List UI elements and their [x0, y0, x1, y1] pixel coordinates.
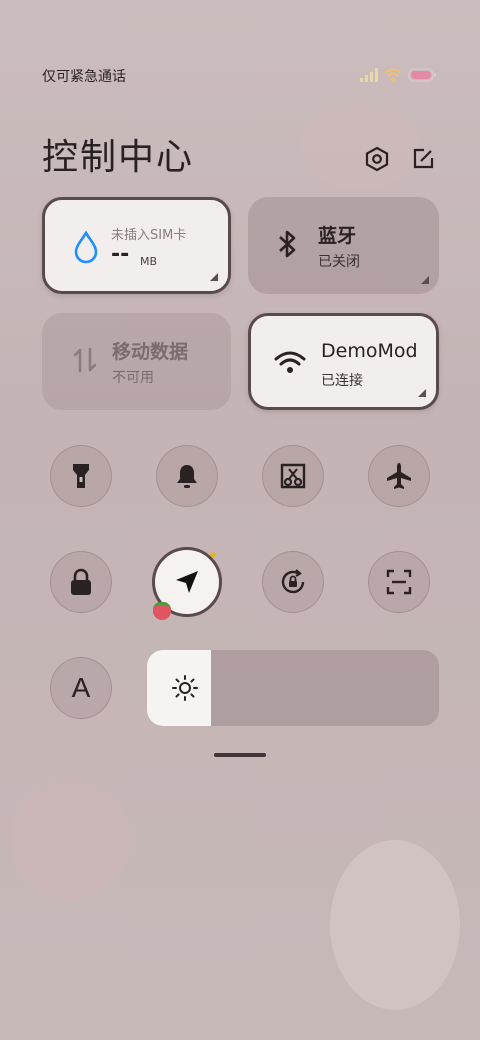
wifi-network-name: DemoMod — [321, 340, 418, 362]
wifi-icon — [273, 346, 307, 380]
airplane-mode-button[interactable] — [368, 445, 430, 507]
expand-corner-icon — [418, 389, 426, 397]
expand-corner-icon — [210, 273, 218, 281]
brightness-slider[interactable] — [147, 650, 439, 726]
strawberry-icon — [153, 602, 171, 620]
mobile-data-icon — [68, 343, 102, 377]
location-button[interactable]: ✦ — [152, 547, 222, 620]
bell-icon — [177, 465, 197, 488]
bluetooth-tile[interactable]: 蓝牙 已关闭 — [248, 197, 439, 294]
data-usage-unit: MB — [140, 255, 158, 268]
brightness-icon — [172, 675, 198, 701]
font-button-label: A — [71, 672, 91, 703]
carrier-text: 仅可紧急通话 — [42, 69, 126, 85]
mobile-data-status: 不可用 — [112, 370, 154, 386]
background-decoration — [330, 840, 460, 1010]
status-icons — [360, 68, 436, 82]
battery-icon — [408, 68, 436, 82]
screen-lock-button[interactable] — [50, 551, 112, 613]
sparkle-icon: ✦ — [207, 548, 219, 564]
scan-icon — [386, 569, 412, 595]
scanner-button[interactable] — [368, 551, 430, 613]
location-icon — [176, 571, 198, 593]
status-bar: 仅可紧急通话 — [42, 62, 436, 90]
expand-corner-icon — [421, 276, 429, 284]
edit-icon — [413, 148, 434, 169]
rotation-lock-icon — [281, 569, 305, 594]
drag-handle[interactable] — [214, 753, 266, 757]
sim-status-label: 未插入SIM卡 — [111, 228, 187, 243]
page-title: 控制中心 — [42, 137, 195, 178]
rotation-lock-button[interactable] — [262, 551, 324, 613]
flashlight-icon — [73, 464, 89, 488]
flashlight-button[interactable] — [50, 445, 112, 507]
screenshot-icon — [280, 463, 306, 489]
font-size-button[interactable]: A — [50, 657, 112, 719]
signal-icon — [360, 68, 378, 82]
mobile-data-tile[interactable]: 移动数据 不可用 — [42, 313, 231, 410]
wifi-tile[interactable]: DemoMod 已连接 — [248, 313, 439, 410]
bluetooth-icon — [270, 227, 304, 261]
data-usage-value: -- — [111, 242, 130, 267]
background-decoration — [300, 100, 420, 190]
bluetooth-label: 蓝牙 — [318, 225, 357, 247]
edit-button[interactable] — [408, 144, 438, 174]
background-decoration — [10, 780, 130, 900]
sim-data-tile[interactable]: 未插入SIM卡 -- MB — [42, 197, 231, 294]
lock-icon — [71, 568, 91, 595]
mobile-data-label: 移动数据 — [112, 341, 189, 363]
water-drop-icon — [69, 230, 103, 264]
bluetooth-status: 已关闭 — [318, 254, 360, 270]
screenshot-button[interactable] — [262, 445, 324, 507]
wifi-status: 已连接 — [321, 373, 363, 389]
settings-button[interactable] — [362, 144, 392, 174]
silent-mode-button[interactable] — [156, 445, 218, 507]
airplane-icon — [387, 463, 411, 489]
wifi-status-icon — [384, 68, 402, 82]
settings-icon — [365, 146, 389, 172]
